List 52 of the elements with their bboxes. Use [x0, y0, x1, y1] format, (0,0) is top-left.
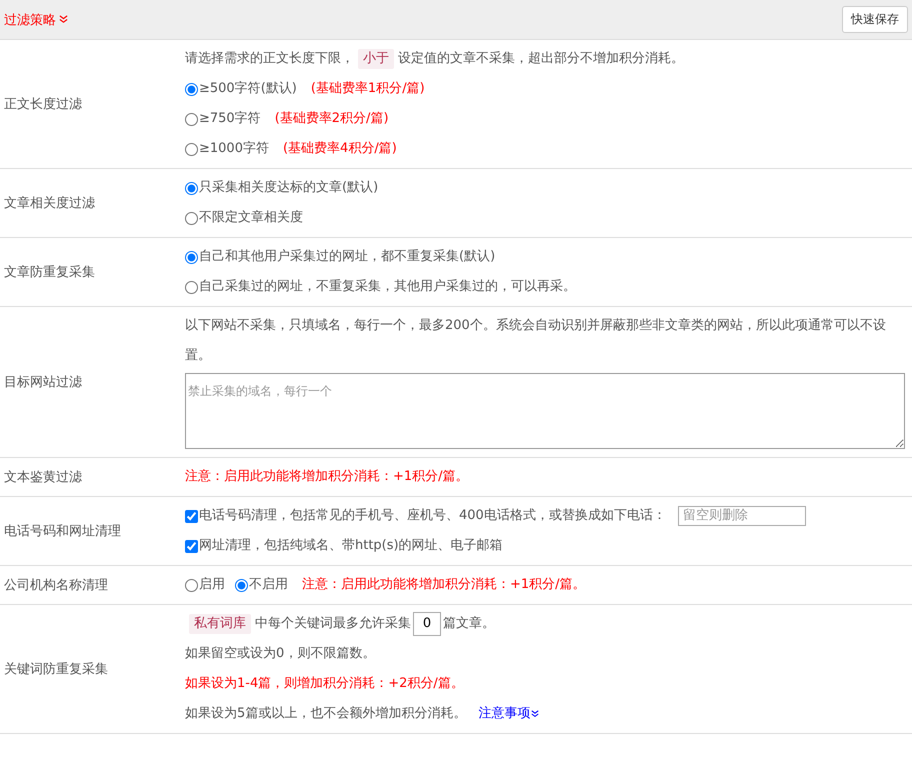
option-label[interactable]: ≥1000字符	[199, 134, 269, 164]
row-label: 正文长度过滤	[4, 96, 82, 113]
description-text: 如果设为5篇或以上，也不会额外增加积分消耗。	[185, 705, 466, 723]
option-label[interactable]: 只采集相关度达标的文章(默认)	[199, 173, 378, 203]
option-label[interactable]: 网址清理，包括纯域名、带http(s)的网址、电子邮箱	[199, 531, 503, 561]
fee-note: (基础费率1积分/篇)	[310, 80, 425, 98]
checkbox[interactable]	[185, 510, 198, 522]
fee-note: (基础费率2积分/篇)	[274, 110, 389, 128]
radio-button[interactable]	[185, 212, 198, 224]
radio-button[interactable]	[185, 280, 198, 294]
description-text: 设定值的文章不采集，超出部分不增加积分消耗。	[398, 50, 684, 68]
radio-button[interactable]	[185, 112, 198, 126]
row-label: 文本鉴黄过滤	[4, 469, 82, 486]
option-label[interactable]: 自己采集过的网址，不重复采集，其他用户采集过的，可以再采。	[199, 272, 576, 302]
row-label: 电话号码和网址清理	[4, 523, 121, 540]
quick-save-button[interactable]: 快速保存	[842, 6, 908, 33]
option-label[interactable]: ≥750字符	[199, 104, 261, 134]
option-label[interactable]: 不启用	[249, 570, 288, 600]
radio-button[interactable]	[185, 82, 198, 96]
radio-button[interactable]	[185, 142, 198, 156]
option-label[interactable]: 电话号码清理，包括常见的手机号、座机号、400电话格式，或替换成如下电话：	[199, 501, 666, 531]
row-label: 文章相关度过滤	[4, 195, 95, 212]
count-input-field[interactable]: 0	[413, 612, 441, 636]
description-text: 请选择需求的正文长度下限，	[185, 50, 354, 68]
domain-input-field[interactable]: 禁止采集的域名，每行一个	[185, 373, 905, 449]
radio-button[interactable]	[185, 250, 198, 264]
double-chevron-down-icon	[531, 710, 540, 718]
checkbox[interactable]	[185, 540, 198, 552]
fee-note: (基础费率4积分/篇)	[282, 140, 397, 158]
option-label[interactable]: 自己和其他用户采集过的网址，都不重复采集(默认)	[199, 242, 496, 272]
radio-button[interactable]	[235, 578, 248, 592]
option-label[interactable]: 不限定文章相关度	[199, 203, 303, 233]
row-label: 关键词防重复采集	[4, 661, 108, 678]
keyword-tag: 私有词库	[189, 614, 251, 634]
keyword-tag: 小于	[358, 49, 394, 69]
fee-note: 注意：启用此功能将增加积分消耗：+1积分/篇。	[302, 576, 586, 594]
radio-button[interactable]	[185, 578, 198, 592]
option-label[interactable]: 启用	[199, 570, 225, 600]
description-text: 以下网站不采集，只填域名，每行一个，最多200个。系统会自动识别并屏蔽那些非文章类的网站，所以此项通常可以不设置。	[185, 317, 887, 365]
row-label: 目标网站过滤	[4, 374, 82, 391]
option-label[interactable]: ≥500字符(默认)	[199, 74, 297, 104]
row-label: 文章防重复采集	[4, 264, 95, 281]
double-chevron-down-icon	[59, 15, 68, 24]
description-text: 如果留空或设为0，则不限篇数。	[185, 645, 376, 663]
row-label: 公司机构名称清理	[4, 577, 108, 594]
description-text: 篇文章。	[443, 615, 495, 633]
description-text: 中每个关键词最多允许采集	[255, 615, 411, 633]
fee-note: 如果设为1-4篇，则增加积分消耗：+2积分/篇。	[185, 675, 464, 693]
phone-input-field[interactable]: 留空则删除	[678, 506, 806, 526]
notes-link[interactable]: 注意事项	[478, 699, 540, 729]
radio-button[interactable]	[185, 182, 198, 194]
fee-note: 注意：启用此功能将增加积分消耗：+1积分/篇。	[185, 468, 469, 486]
